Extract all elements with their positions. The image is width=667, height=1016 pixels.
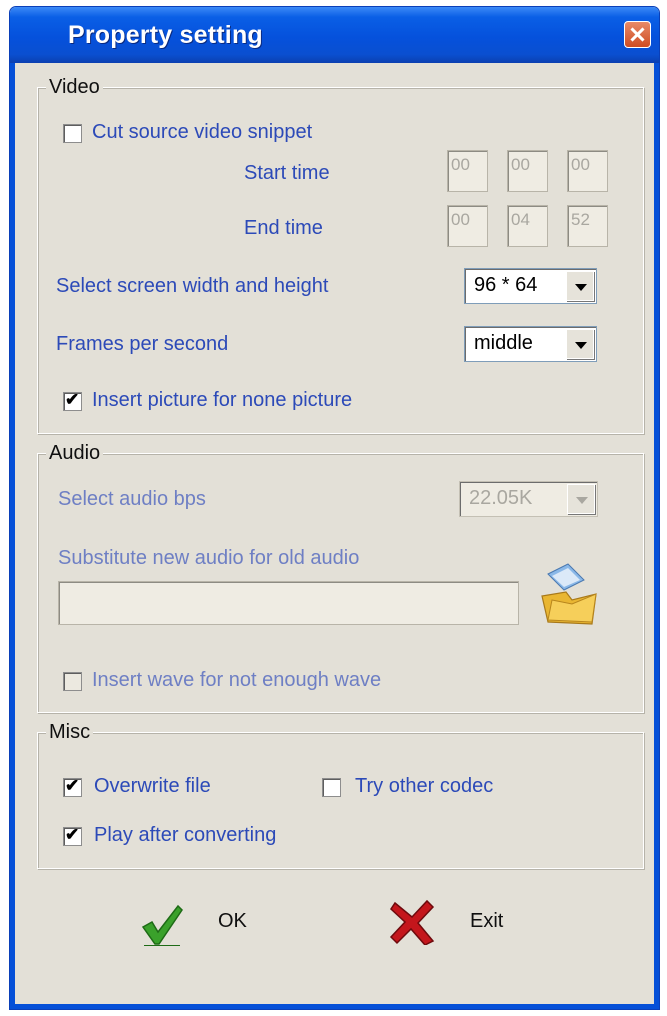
try-codec-checkbox[interactable]	[322, 778, 341, 797]
fps-value: middle	[474, 332, 533, 354]
cut-snippet-label[interactable]: Cut source video snippet	[92, 121, 312, 144]
end-minute-field[interactable]: 04	[507, 205, 548, 247]
chevron-down-icon[interactable]	[566, 329, 594, 359]
fps-label: Frames per second	[56, 333, 229, 355]
title-bar[interactable]: Property setting	[10, 7, 659, 63]
insert-wave-label[interactable]: Insert wave for not enough wave	[92, 669, 381, 692]
ok-button[interactable]: OK	[140, 902, 270, 952]
audio-group-label: Audio	[46, 442, 104, 465]
property-setting-dialog: Property setting Video Cut source video …	[9, 6, 660, 1010]
screen-size-value: 96 * 64	[474, 274, 538, 296]
screen-size-label: Select screen width and height	[56, 275, 329, 297]
chevron-down-icon[interactable]	[567, 484, 595, 514]
chevron-down-icon[interactable]	[566, 271, 594, 301]
misc-group-label: Misc	[46, 721, 94, 744]
fps-select[interactable]: middle	[464, 326, 597, 362]
insert-picture-checkbox[interactable]	[63, 390, 82, 411]
audio-bps-select[interactable]: 22.05K	[459, 481, 598, 517]
start-second-field[interactable]: 00	[567, 150, 608, 192]
open-folder-icon	[541, 563, 597, 625]
video-group-label: Video	[46, 76, 103, 99]
screen-size-select[interactable]: 96 * 64	[464, 268, 597, 304]
overwrite-label[interactable]: Overwrite file	[94, 775, 211, 798]
overwrite-checkbox[interactable]	[63, 776, 82, 797]
end-hour-field[interactable]: 00	[447, 205, 488, 247]
end-time-label: End time	[244, 217, 323, 239]
cut-snippet-checkbox[interactable]	[63, 124, 82, 143]
window-border-right	[654, 63, 659, 1009]
audio-bps-value: 22.05K	[469, 487, 533, 509]
exit-label: Exit	[470, 910, 504, 932]
ok-label: OK	[218, 910, 247, 932]
checkmark-icon	[141, 904, 183, 946]
window-title: Property setting	[68, 21, 263, 49]
audio-bps-label: Select audio bps	[58, 488, 206, 510]
misc-group: Misc	[37, 721, 644, 869]
insert-wave-checkbox[interactable]	[63, 672, 82, 691]
start-hour-field[interactable]: 00	[447, 150, 488, 192]
open-folder-button[interactable]	[538, 560, 600, 628]
substitute-audio-field[interactable]	[58, 581, 519, 625]
play-after-checkbox[interactable]	[63, 825, 82, 846]
exit-button[interactable]: Exit	[389, 899, 519, 949]
substitute-audio-label: Substitute new audio for old audio	[58, 547, 360, 569]
insert-picture-label[interactable]: Insert picture for none picture	[92, 389, 352, 412]
window-border-left	[10, 63, 15, 1009]
end-second-field[interactable]: 52	[567, 205, 608, 247]
close-cross-icon	[389, 899, 435, 945]
close-button[interactable]	[624, 21, 651, 48]
window-border-bottom	[10, 1004, 659, 1009]
play-after-label[interactable]: Play after converting	[94, 824, 276, 847]
try-codec-label[interactable]: Try other codec	[355, 775, 493, 798]
start-minute-field[interactable]: 00	[507, 150, 548, 192]
start-time-label: Start time	[244, 162, 330, 184]
